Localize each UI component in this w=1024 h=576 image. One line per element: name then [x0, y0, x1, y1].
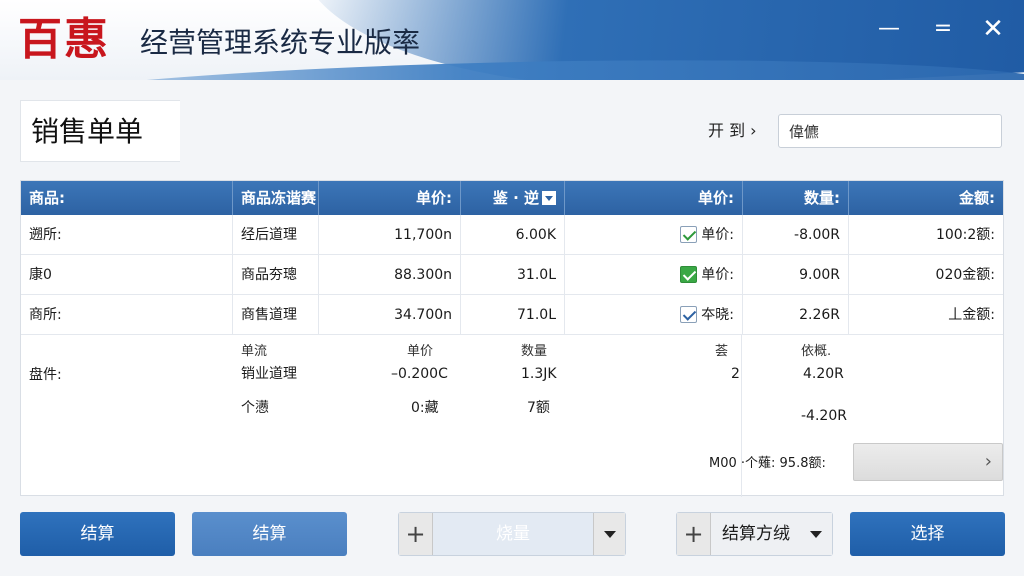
settle-method-combo[interactable]: + 结算方绒	[676, 512, 833, 556]
cell-quantity: 9.00R	[743, 255, 849, 295]
settle-method-label: 结算方绒	[722, 524, 790, 544]
select-button[interactable]: 选择	[850, 512, 1005, 556]
cell-filter-value: 31.0L	[461, 255, 565, 295]
cell-quantity: 2.26R	[743, 295, 849, 335]
sub-total: M00 ·个薙: 95.8额:	[709, 456, 826, 471]
column-header-filter-label: 鉴 · 逆	[492, 189, 539, 207]
sub-cell-name: 销业道理	[241, 366, 297, 382]
sub-cell-quantity: 1.3JK	[521, 366, 557, 382]
close-button[interactable]: ✕	[976, 14, 1010, 44]
cell-unit-price: 88.300n	[319, 255, 461, 295]
cell-product: 遡所:	[21, 215, 233, 255]
sub-cell-name: 个懑	[241, 400, 269, 416]
column-header-amount[interactable]: 金额:	[849, 181, 1003, 215]
sales-table: 商品: 商品冻谐赛 单价: 鉴 · 逆 单价: 数量: 金额: 遡所: 经后道理…	[20, 180, 1004, 497]
cell-price-label: 单价:	[701, 267, 734, 283]
cell-product: 商所:	[21, 295, 233, 335]
title-bar: 百惠 经营管理系统专业版率 — = ✕	[0, 0, 1024, 80]
chevron-down-icon[interactable]	[593, 513, 625, 555]
page-header: 销售单单 开 到 ›	[20, 100, 1002, 162]
sub-cell-basis: 4.20R	[803, 366, 844, 382]
cell-quantity: -8.00R	[743, 215, 849, 255]
sub-cell-basis: -4.20R	[801, 408, 847, 424]
column-header-price[interactable]: 单价:	[565, 181, 743, 215]
column-header-product[interactable]: 商品:	[21, 181, 233, 215]
cell-price: 夲晓:	[565, 295, 743, 335]
sub-cell-price: –0.200C	[391, 366, 448, 382]
table-header: 商品: 商品冻谐赛 单价: 鉴 · 逆 单价: 数量: 金额:	[21, 181, 1003, 215]
cell-price-label: 单价:	[701, 227, 734, 243]
chevron-right-icon: ›	[984, 451, 992, 472]
cell-amount: 020金额:	[935, 267, 995, 283]
row-checkbox[interactable]	[680, 305, 698, 323]
date-range-label: 开 到 ›	[708, 121, 757, 140]
sub-cell-price: 0:藏	[411, 400, 439, 416]
column-header-quantity[interactable]: 数量:	[743, 181, 849, 215]
row-checkbox[interactable]	[680, 225, 698, 243]
sub-header-price: 单价	[407, 344, 434, 359]
cell-amount: 100:2额:	[935, 227, 995, 243]
table-row[interactable]: 康0 商品夯璁 88.300n 31.0L 单价: 9.00R 020金额:	[21, 255, 1003, 295]
next-page-button[interactable]: ›	[853, 443, 1003, 481]
table-row[interactable]: 商所: 商售道理 34.700n 71.0L 夲晓: 2.26R 丄金额:	[21, 295, 1003, 335]
settle-button[interactable]: 结算	[20, 512, 175, 556]
cell-price: 单价:	[565, 255, 743, 295]
sub-group-label: 盘件:	[29, 367, 62, 383]
cell-price-label: 夲晓:	[701, 307, 734, 323]
cell-unit-price: 11,700n	[319, 215, 461, 255]
sub-header-name: 单流	[241, 344, 268, 359]
cell-filter-value: 71.0L	[461, 295, 565, 335]
maximize-button[interactable]: =	[926, 14, 960, 44]
column-header-product-name[interactable]: 商品冻谐赛	[233, 181, 319, 215]
row-checkbox[interactable]	[680, 265, 698, 283]
sub-header-misc: 荟	[715, 344, 729, 359]
cell-amount: 丄金额:	[948, 307, 995, 323]
cell-product: 康0	[21, 255, 233, 295]
chevron-down-icon[interactable]	[800, 513, 832, 555]
column-header-unit-price[interactable]: 单价:	[319, 181, 461, 215]
cell-price: 单价:	[565, 215, 743, 255]
sub-header-basis: 依概.	[801, 344, 832, 359]
column-header-filter[interactable]: 鉴 · 逆	[461, 181, 565, 215]
app-title: 经营管理系统专业版率	[140, 26, 421, 59]
plus-icon[interactable]: +	[677, 513, 711, 555]
cell-filter-value: 6.00K	[461, 215, 565, 255]
cell-product-name: 商售道理	[233, 295, 319, 335]
table-row[interactable]: 遡所: 经后道理 11,700n 6.00K 单价: -8.00R 100:2额…	[21, 215, 1003, 255]
cell-unit-price: 34.700n	[319, 295, 461, 335]
sub-cell-quantity: 7额	[527, 400, 550, 416]
dropdown-icon[interactable]	[542, 190, 556, 205]
plus-icon[interactable]: +	[399, 513, 433, 555]
sub-cell-misc: 2	[731, 366, 740, 382]
quantity-combo[interactable]: + 烧量	[398, 512, 626, 556]
cell-product-name: 商品夯璁	[233, 255, 319, 295]
minimize-button[interactable]: —	[872, 14, 906, 44]
quantity-combo-label: 烧量	[496, 524, 530, 544]
search-input[interactable]	[778, 114, 1002, 148]
settle-secondary-button[interactable]: 结算	[192, 512, 347, 556]
sub-header-quantity: 数量	[521, 344, 548, 359]
page-title: 销售单单	[20, 100, 180, 162]
brand-logo: 百惠	[18, 14, 110, 65]
cell-product-name: 经后道理	[233, 215, 319, 255]
